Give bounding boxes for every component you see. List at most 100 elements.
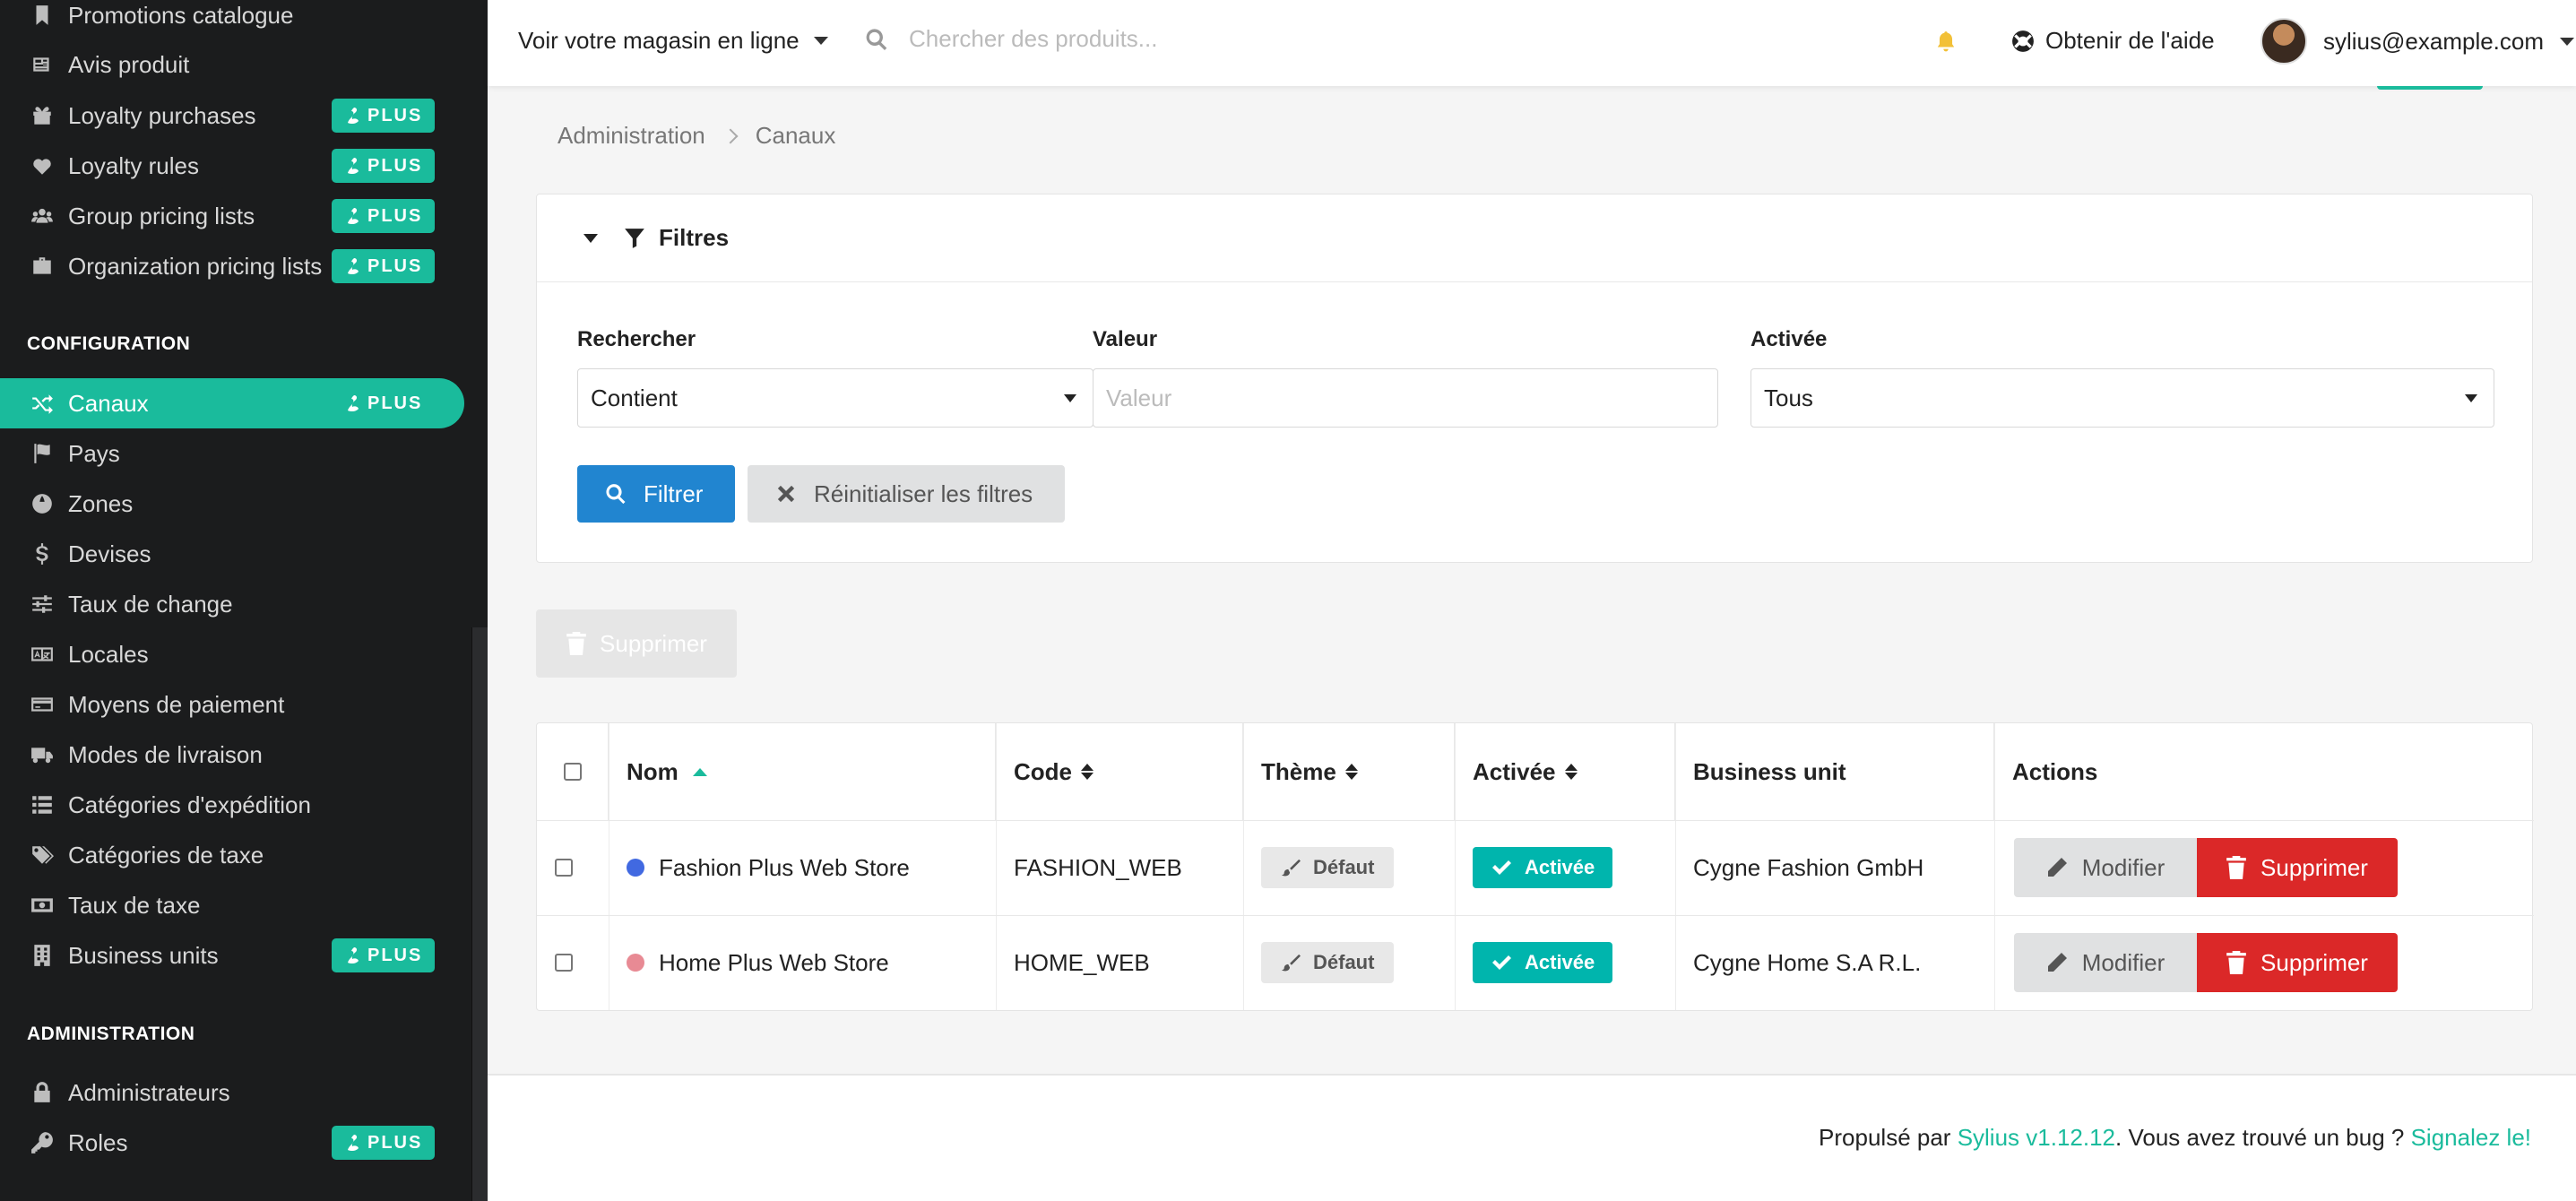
language-icon (29, 641, 56, 668)
bookmark-icon (29, 2, 56, 29)
sidebar-item-locales[interactable]: Locales (0, 629, 464, 679)
sidebar-section-configuration: CONFIGURATION (27, 333, 191, 354)
sidebar-item-devises[interactable]: Devises (0, 529, 464, 579)
sort-icon (1564, 764, 1578, 780)
sidebar-item-categories-expedition[interactable]: Catégories d'expédition (0, 780, 464, 830)
delete-button[interactable]: Supprimer (2197, 838, 2398, 897)
sidebar-item-label: Locales (68, 640, 149, 668)
newspaper-icon (29, 51, 56, 78)
sidebar-item-label: Loyalty purchases (68, 101, 256, 129)
sidebar-item-label: Promotions catalogue (68, 1, 294, 29)
user-menu[interactable]: sylius@example.com (2260, 18, 2575, 65)
paint-brush-icon (1281, 954, 1301, 972)
trash-icon (2226, 856, 2246, 879)
report-bug-link[interactable]: Signalez le! (2411, 1124, 2531, 1151)
plus-badge: PLUS (332, 199, 436, 233)
row-actions: Modifier Supprimer (2014, 915, 2398, 1010)
channels-table: Nom Code Thème Activée Business unit Act… (536, 722, 2534, 1011)
sylius-version-link[interactable]: Sylius v1.12.12 (1958, 1124, 2115, 1151)
column-header-actions: Actions (2012, 757, 2098, 785)
breadcrumb-root[interactable]: Administration (558, 122, 705, 150)
sidebar-item-avis-produit[interactable]: Avis produit (0, 39, 464, 90)
trash-icon (566, 632, 586, 655)
filters-toggle[interactable]: Filtres (537, 194, 2532, 282)
row-select-cell (537, 915, 609, 1010)
bulk-delete-button[interactable]: Supprimer (536, 609, 737, 678)
sidebar-item-taux-de-taxe[interactable]: Taux de taxe (0, 880, 464, 930)
status-badge: Activée (1473, 942, 1613, 983)
avatar (2260, 18, 2307, 65)
enabled-filter-label: Activée (1750, 327, 1828, 351)
sidebar-item-label: Moyens de paiement (68, 690, 285, 718)
business-unit-cell: Cygne Home S.A R.L. (1693, 948, 1922, 976)
tags-icon (29, 842, 56, 868)
sidebar-item-taux-de-change[interactable]: Taux de change (0, 579, 464, 629)
sidebar-item-canaux[interactable]: Canaux PLUS (0, 378, 464, 428)
sidebar-item-business-units[interactable]: Business units PLUS (0, 930, 464, 981)
theme-badge: Défaut (1261, 942, 1395, 983)
swan-icon (348, 108, 359, 125)
sidebar-section-administration: ADMINISTRATION (27, 1024, 195, 1044)
status-badge: Activée (1473, 847, 1613, 888)
filters-card: Filtres Rechercher Contient Valeur Activ… (536, 194, 2533, 563)
search-input[interactable] (909, 25, 1447, 53)
row-checkbox[interactable] (555, 954, 573, 972)
store-dropdown[interactable]: Voir votre magasin en ligne (518, 27, 828, 55)
lock-icon (29, 1079, 56, 1106)
sidebar-item-categories-de-taxe[interactable]: Catégories de taxe (0, 830, 464, 880)
paint-brush-icon (1281, 859, 1301, 877)
sidebar-item-group-pricing-lists[interactable]: Group pricing lists PLUS (0, 191, 464, 241)
edit-button[interactable]: Modifier (2014, 838, 2197, 897)
help-link[interactable]: Obtenir de l'aide (2011, 27, 2215, 55)
filter-button[interactable]: Filtrer (577, 465, 736, 523)
swan-icon (348, 947, 359, 964)
check-icon (1492, 955, 1511, 970)
channel-theme-cell: Défaut (1261, 915, 1395, 1010)
value-input[interactable] (1106, 384, 1705, 412)
enabled-select[interactable]: Tous (1750, 368, 2494, 428)
sidebar-item-label: Pays (68, 439, 120, 467)
search-icon (866, 28, 887, 50)
sidebar: Promotions catalogue Avis produit Loyalt… (0, 0, 488, 1201)
check-icon (1492, 860, 1511, 875)
sidebar-item-organization-pricing-lists[interactable]: Organization pricing lists PLUS (0, 241, 464, 291)
sidebar-item-label: Loyalty rules (68, 151, 199, 179)
reset-filters-button[interactable]: Réinitialiser les filtres (748, 465, 1066, 523)
sidebar-item-loyalty-rules[interactable]: Loyalty rules PLUS (0, 141, 464, 191)
sidebar-item-label: Taux de change (68, 590, 233, 618)
sidebar-item-modes-de-livraison[interactable]: Modes de livraison (0, 730, 464, 780)
sidebar-scrollbar[interactable] (471, 627, 488, 1201)
sidebar-item-label: Business units (68, 941, 219, 969)
sidebar-item-label: Avis produit (68, 50, 190, 78)
sidebar-item-moyens-de-paiement[interactable]: Moyens de paiement (0, 679, 464, 730)
search-type-select[interactable]: Contient (577, 368, 1094, 428)
row-checkbox[interactable] (555, 859, 573, 877)
notifications-bell[interactable] (1934, 29, 1959, 56)
select-all-cell (537, 723, 609, 820)
column-header-code[interactable]: Code (996, 723, 1243, 820)
delete-button[interactable]: Supprimer (2197, 933, 2398, 992)
channel-color-dot (627, 859, 644, 877)
dollar-icon (29, 540, 56, 567)
edit-button[interactable]: Modifier (2014, 933, 2197, 992)
heart-icon (29, 152, 56, 179)
sidebar-item-loyalty-purchases[interactable]: Loyalty purchases PLUS (0, 91, 464, 141)
select-all-checkbox[interactable] (564, 763, 582, 781)
sidebar-item-zones[interactable]: Zones (0, 479, 464, 529)
column-header-enabled[interactable]: Activée (1455, 723, 1675, 820)
money-icon (29, 892, 56, 919)
sidebar-item-administrateurs[interactable]: Administrateurs (0, 1067, 464, 1118)
sidebar-item-roles[interactable]: Roles PLUS (0, 1118, 464, 1168)
sidebar-item-promotions-catalogue[interactable]: Promotions catalogue (0, 0, 464, 40)
building-icon (29, 942, 56, 969)
dropdown-arrow-icon (1064, 394, 1076, 402)
sidebar-item-label: Organization pricing lists (68, 252, 323, 280)
column-header-theme[interactable]: Thème (1243, 723, 1455, 820)
column-header-name[interactable]: Nom (609, 723, 996, 820)
plus-badge: PLUS (332, 386, 435, 420)
theme-badge: Défaut (1261, 847, 1395, 888)
sidebar-item-pays[interactable]: Pays (0, 428, 464, 479)
sidebar-item-label: Devises (68, 540, 151, 567)
list-icon (29, 791, 56, 818)
pencil-icon (2047, 858, 2067, 877)
